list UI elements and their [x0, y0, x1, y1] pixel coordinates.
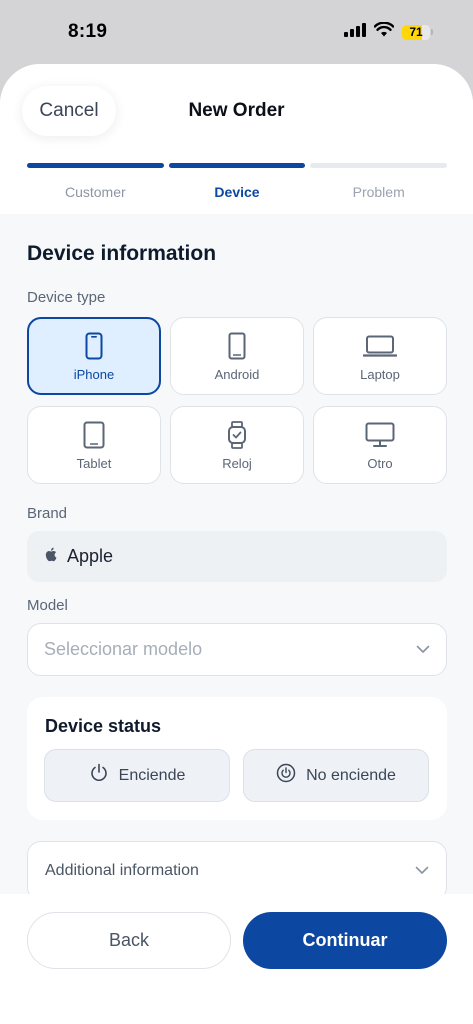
model-select[interactable]: Seleccionar modelo — [27, 623, 447, 676]
power-circle-icon — [276, 763, 296, 788]
step-device[interactable]: Device — [168, 163, 306, 200]
form-content[interactable]: Device information Device type iPhone An… — [0, 214, 473, 901]
additional-information-expander[interactable]: Additional information — [27, 841, 447, 901]
step-customer[interactable]: Customer — [27, 163, 164, 200]
does-not-power-on-label: No enciende — [306, 766, 396, 784]
step-bar — [310, 163, 448, 168]
chevron-down-icon — [416, 641, 430, 659]
device-option-label: Reloj — [222, 455, 252, 471]
back-button[interactable]: Back — [27, 912, 231, 969]
status-time: 8:19 — [68, 21, 108, 42]
continue-button[interactable]: Continuar — [243, 912, 447, 969]
device-option-android[interactable]: Android — [170, 317, 304, 395]
brand-value: Apple — [67, 546, 114, 566]
laptop-icon — [363, 331, 397, 361]
device-option-label: Tablet — [76, 455, 112, 471]
watch-icon — [220, 420, 254, 450]
model-placeholder: Seleccionar modelo — [44, 639, 203, 659]
device-option-label: Android — [214, 366, 260, 382]
apple-logo-icon — [43, 546, 57, 568]
status-bar: 8:19 71 — [0, 0, 473, 64]
does-not-power-on-button[interactable]: No enciende — [243, 749, 429, 802]
device-option-label: Laptop — [360, 366, 400, 382]
device-option-other[interactable]: Otro — [313, 406, 447, 484]
battery-level: 71 — [409, 25, 423, 39]
step-bar — [168, 163, 306, 168]
tablet-icon — [77, 420, 111, 450]
device-status-card: Device status Enciende No enciende — [27, 697, 447, 820]
step-bar — [27, 163, 164, 168]
step-progress: Customer Device Problem — [27, 163, 448, 200]
device-status-title: Device status — [45, 716, 162, 736]
device-option-label: iPhone — [73, 366, 115, 382]
status-icons: 71 — [344, 21, 433, 42]
step-problem[interactable]: Problem — [310, 163, 448, 200]
step-label: Customer — [64, 184, 126, 200]
power-icon — [89, 763, 109, 788]
android-phone-icon — [220, 331, 254, 361]
powers-on-label: Enciende — [118, 766, 186, 784]
device-type-grid: iPhone Android Laptop Tablet Reloj Otro — [27, 317, 447, 484]
page-title: New Order — [188, 100, 285, 121]
monitor-icon — [363, 420, 397, 450]
footer-actions: Back Continuar — [0, 894, 473, 1024]
section-title: Device information — [27, 242, 217, 265]
chevron-down-icon — [415, 862, 429, 880]
iphone-icon — [77, 331, 111, 361]
additional-information-label: Additional information — [45, 862, 199, 879]
device-option-watch[interactable]: Reloj — [170, 406, 304, 484]
signal-icon — [344, 22, 366, 42]
device-type-label: Device type — [27, 289, 106, 306]
powers-on-button[interactable]: Enciende — [44, 749, 230, 802]
brand-field[interactable]: Apple — [27, 531, 447, 582]
brand-label: Brand — [27, 505, 68, 522]
device-option-tablet[interactable]: Tablet — [27, 406, 161, 484]
device-option-label: Otro — [367, 455, 393, 471]
step-label: Device — [214, 184, 260, 200]
battery-icon: 71 — [402, 24, 433, 40]
device-option-laptop[interactable]: Laptop — [313, 317, 447, 395]
new-order-sheet: Cancel New Order Customer Device Problem… — [0, 64, 473, 1024]
model-label: Model — [27, 597, 68, 614]
device-option-iphone[interactable]: iPhone — [27, 317, 161, 395]
sheet-header: Cancel New Order Customer Device Problem — [0, 64, 473, 214]
step-label: Problem — [352, 184, 405, 200]
wifi-icon — [373, 21, 395, 42]
